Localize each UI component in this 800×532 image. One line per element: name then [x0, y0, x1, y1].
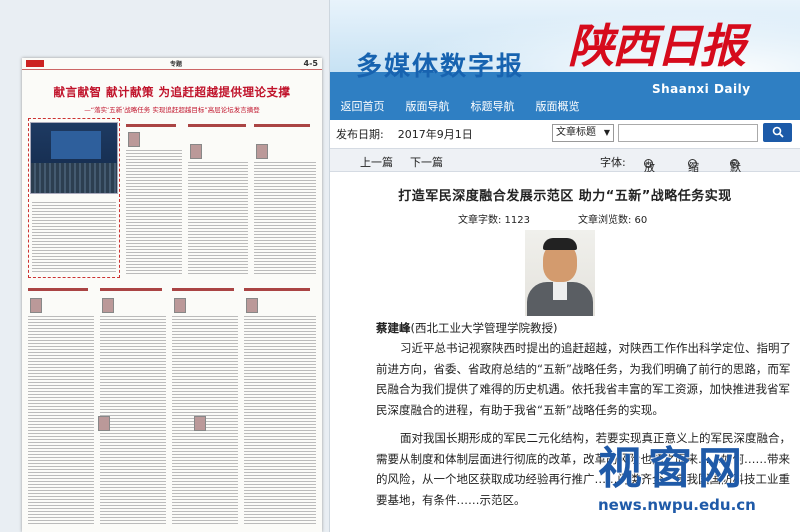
watermark: 视窗网 news.nwpu.edu.cn — [598, 432, 798, 532]
nav-title-nav[interactable]: 标题导航 — [460, 96, 525, 118]
newspaper-page-panel: 专题 4-5 献言献智 献计献策 为追赶超越提供理论支撑 —“落实‘五新’战略任… — [0, 0, 330, 532]
watermark-url: news.nwpu.edu.cn — [598, 496, 756, 514]
paper-photo-screen — [51, 131, 101, 159]
page: 专题 4-5 献言献智 献计献策 为追赶超越提供理论支撑 —“落实‘五新’战略任… — [0, 0, 800, 532]
paper-text-block — [126, 150, 182, 274]
search-input[interactable] — [618, 124, 758, 142]
paper-text-block — [28, 316, 94, 524]
newspaper-page-image[interactable]: 专题 4-5 献言献智 献计献策 为追赶超越提供理论支撑 —“落实‘五新’战略任… — [22, 58, 322, 532]
newspaper-logo-en: Shaanxi Daily — [652, 82, 751, 96]
paper-subhead: —“落实‘五新’战略任务 实现追赶超越目标”高层论坛发言摘登 — [84, 106, 260, 114]
paper-text-block — [254, 162, 316, 274]
search-field-selected: 文章标题 — [556, 127, 596, 138]
article-title: 打造军民深度融合发展示范区 助力“五新”战略任务实现 — [398, 189, 732, 204]
paper-text-block — [32, 200, 116, 272]
paper-photo — [30, 122, 118, 194]
search-icon — [772, 126, 784, 138]
circle-icon: O — [730, 159, 739, 168]
font-label: 字体: — [600, 156, 626, 169]
paper-section: 专题 — [170, 61, 183, 68]
plus-icon: + — [644, 159, 653, 168]
paper-masthead: 专题 4-5 — [22, 58, 322, 70]
article-paragraph: 习近平总书记视察陕西时提出的追赶超越，对陕西工作作出科学定位、指明了前进方向，省… — [376, 341, 791, 417]
author-affiliation: (西北工业大学管理学院教授) — [410, 321, 558, 335]
paper-headline: 献言献智 献计献策 为追赶超越提供理论支撑 — [53, 85, 291, 99]
paper-col-title — [254, 124, 310, 127]
paper-col-title — [100, 288, 162, 291]
paper-col-title — [172, 288, 234, 291]
article-word-count: 文章字数: 1123 — [458, 215, 530, 226]
publish-date-value[interactable]: 2017年9月1日 — [398, 126, 473, 142]
site-title: 多媒体数字报 — [356, 52, 525, 82]
paper-text-block — [244, 316, 316, 524]
paper-logo — [26, 60, 44, 67]
watermark-text: 视窗网 — [598, 443, 748, 494]
search-field-select[interactable]: 文章标题 ▼ — [552, 124, 614, 142]
article-toolbar: 上一篇 下一篇 字体: 放大+ 缩小− 默认O — [330, 148, 800, 190]
publish-date-label: 发布日期: — [336, 128, 384, 141]
paper-photo-crowd — [31, 163, 117, 193]
nav-page-overview[interactable]: 版面概览 — [525, 96, 590, 118]
site-header: 多媒体数字报 陕西日报 Shaanxi Daily 返回首页 版面导航 标题导航… — [330, 0, 800, 120]
nav-page-nav[interactable]: 版面导航 — [395, 96, 460, 118]
paper-portrait — [256, 144, 268, 159]
paper-portrait — [30, 298, 42, 313]
paper-portrait — [98, 416, 110, 431]
chevron-down-icon: ▼ — [603, 128, 610, 137]
newspaper-logo: 陕西日报 — [568, 19, 746, 73]
paper-text-block — [188, 162, 248, 274]
paper-page-no: 4-5 — [303, 59, 318, 68]
main-nav: 返回首页 版面导航 标题导航 版面概览 — [330, 96, 590, 118]
paper-col-title — [28, 288, 88, 291]
date-search-bar: 发布日期: 2017年9月1日 文章标题 ▼ — [330, 120, 800, 148]
nav-home[interactable]: 返回首页 — [330, 96, 395, 118]
paper-col-title — [188, 124, 246, 127]
paper-portrait — [194, 416, 206, 431]
paper-portrait — [174, 298, 186, 313]
author-name: 蔡建峰 — [376, 321, 411, 335]
prev-article-link[interactable]: 上一篇 — [360, 154, 393, 170]
author-photo-hair — [543, 238, 577, 250]
minus-icon: − — [688, 159, 697, 168]
search-button[interactable] — [763, 123, 792, 142]
paper-portrait — [102, 298, 114, 313]
paper-portrait — [190, 144, 202, 159]
author-line: 蔡建峰(西北工业大学管理学院教授) — [376, 320, 557, 336]
article-view-count: 文章浏览数: 60 — [578, 215, 648, 226]
author-photo-shirt — [553, 282, 567, 300]
paper-col-title — [126, 124, 176, 127]
next-article-link[interactable]: 下一篇 — [410, 154, 443, 170]
paper-portrait — [128, 132, 140, 147]
paper-portrait — [246, 298, 258, 313]
paper-col-title — [244, 288, 310, 291]
author-photo — [525, 230, 595, 316]
